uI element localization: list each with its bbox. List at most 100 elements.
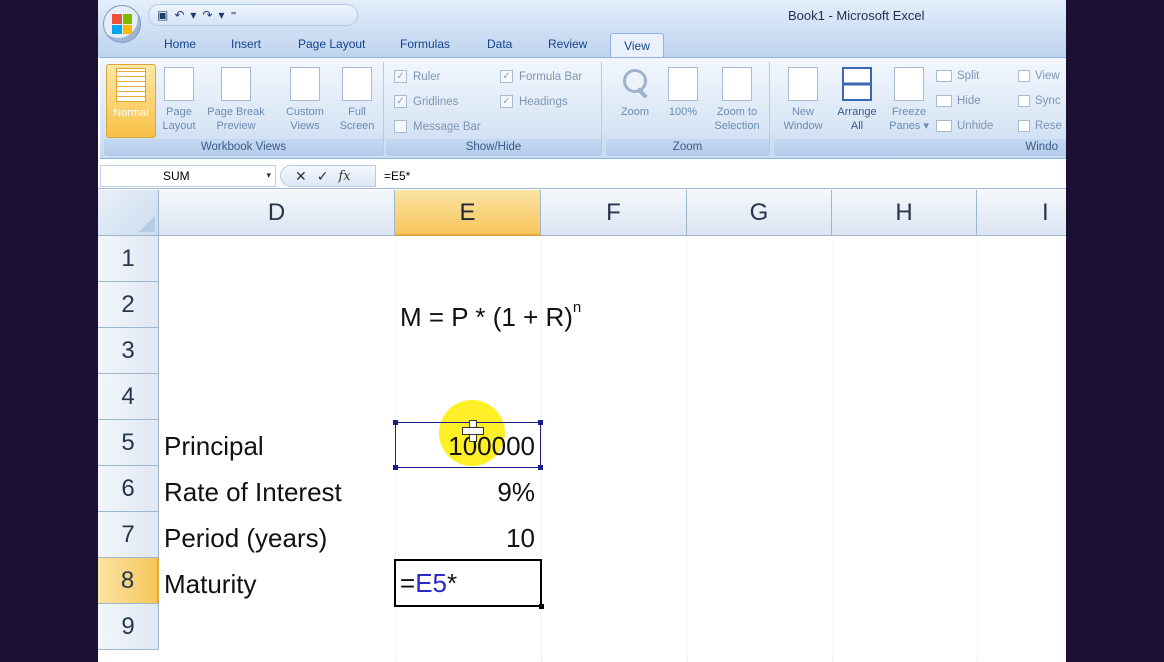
office-button[interactable] [103,5,141,43]
cell-e6[interactable]: 9% [395,469,535,515]
save-icon[interactable]: ▣ [157,8,168,22]
column-header-e[interactable]: E [395,190,541,236]
office-logo-icon [112,14,132,34]
unhide-button[interactable]: Unhide [936,120,993,132]
formula-display-cell[interactable]: M = P * (1 + R)n [400,285,581,340]
reset-window-position-button[interactable]: Rese [1018,120,1062,132]
window-title: Book1 - Microsoft Excel [788,8,925,23]
synchronous-scrolling-button[interactable]: Sync [1018,95,1061,107]
formula-input[interactable]: =E5* [378,165,1064,187]
row-header-7[interactable]: 7 [98,512,159,558]
split-label: Split [957,70,980,82]
row-header-6[interactable]: 6 [98,466,159,512]
group-workbook-views: Normal Page Layout Page Break Preview Cu… [104,62,384,156]
resize-handle[interactable] [538,465,543,470]
resize-handle[interactable] [393,420,398,425]
headings-checkbox[interactable]: ✓ Headings [500,95,568,108]
tab-view[interactable]: View [610,33,664,59]
arrange-all-icon [842,67,872,101]
sync-scroll-icon [1018,95,1030,107]
cancel-icon[interactable]: ✕ [295,168,307,185]
sync-label: Sync [1035,95,1061,107]
resize-handle[interactable] [538,420,543,425]
resize-handle[interactable] [393,465,398,470]
zoom-to-selection-button[interactable]: Zoom to Selection [708,64,766,138]
customize-qat-icon[interactable]: ⁼ [231,8,237,22]
undo-icon[interactable]: ↶ [174,8,184,22]
tab-formulas[interactable]: Formulas [400,37,450,51]
zoom-selection-icon [722,67,752,101]
cell-d7[interactable]: Period (years) [164,515,327,561]
row-header-9[interactable]: 9 [98,604,159,650]
select-all-button[interactable] [98,190,159,236]
tab-review[interactable]: Review [548,37,587,51]
view-side-by-side-button[interactable]: View [1018,70,1060,82]
column-header-h[interactable]: H [832,190,977,236]
row-header-3[interactable]: 3 [98,328,159,374]
hide-label: Hide [957,95,981,107]
new-window-button[interactable]: New Window [778,64,828,138]
tab-data[interactable]: Data [487,37,512,51]
hide-button[interactable]: Hide [936,95,981,107]
zoom-label: Zoom [620,106,650,118]
formula-exponent: n [572,299,582,316]
row-header-4[interactable]: 4 [98,374,159,420]
label-line: Layout [162,120,196,132]
excel-window: ▣ ↶ ▾ ↷ ▾ ⁼ Book1 - Microsoft Excel Home… [98,0,1066,662]
undo-dropdown-icon[interactable]: ▾ [190,8,196,22]
checkbox-icon: ✓ [394,70,407,83]
message-bar-checkbox[interactable]: Message Bar [394,120,481,133]
label-line: Selection [714,120,760,132]
row-header-1[interactable]: 1 [98,236,159,282]
gridline [832,236,833,662]
worksheet-grid[interactable]: D E F G H I 1 2 3 4 5 6 7 8 9 M = P * (1… [98,190,1066,662]
group-label: Windo [774,139,1066,156]
arrange-all-button[interactable]: Arrange All [832,64,882,138]
gridlines-checkbox[interactable]: ✓ Gridlines [394,95,458,108]
label-line: Arrange [837,106,877,118]
cell-d8[interactable]: Maturity [164,561,256,607]
zoom-100-button[interactable]: 100% [658,64,708,138]
cell-d5[interactable]: Principal [164,423,264,469]
formula-bar-checkbox[interactable]: ✓ Formula Bar [500,70,582,83]
enter-icon[interactable]: ✓ [317,168,329,185]
cell-e7[interactable]: 10 [395,515,535,561]
fill-handle[interactable] [539,604,544,609]
ruler-checkbox[interactable]: ✓ Ruler [394,70,440,83]
column-header-g[interactable]: G [687,190,832,236]
page-break-preview-button[interactable]: Page Break Preview [204,64,268,138]
insert-function-icon[interactable]: fx [338,169,350,184]
formula-buttons: ✕ ✓ fx [280,165,376,187]
unhide-icon [936,120,952,132]
label-line: Views [290,120,320,132]
split-button[interactable]: Split [936,70,979,82]
full-screen-icon [342,67,372,101]
zoom-100-label: 100% [668,106,698,118]
tab-insert[interactable]: Insert [231,37,261,51]
group-show-hide: ✓ Ruler ✓ Gridlines Message Bar ✓ Formul… [386,62,602,156]
custom-views-button[interactable]: Custom Views [280,64,330,138]
column-header-d[interactable]: D [159,190,395,236]
tab-page-layout[interactable]: Page Layout [298,37,365,51]
normal-view-button[interactable]: Normal [106,64,156,138]
full-screen-button[interactable]: Full Screen [332,64,382,138]
row-header-5[interactable]: 5 [98,420,159,466]
label-line: Freeze [891,106,927,118]
checkbox-icon [394,120,407,133]
row-header-2[interactable]: 2 [98,282,159,328]
cell-d6[interactable]: Rate of Interest [164,469,342,515]
freeze-panes-button[interactable]: Freeze Panes ▾ [884,64,934,138]
row-header-8[interactable]: 8 [98,558,159,604]
name-box[interactable]: SUM ▾ [100,165,276,187]
zoom-button[interactable]: Zoom [610,64,660,138]
column-header-f[interactable]: F [541,190,687,236]
redo-dropdown-icon[interactable]: ▾ [219,8,225,22]
checkbox-label: Ruler [413,70,441,83]
page-layout-view-button[interactable]: Page Layout [154,64,204,138]
column-header-i[interactable]: I [977,190,1066,236]
tab-home[interactable]: Home [164,37,196,51]
cell-e8-editing[interactable]: =E5* [394,559,544,609]
name-box-dropdown-icon[interactable]: ▾ [266,170,271,181]
group-zoom: Zoom 100% Zoom to Selection Zoom [606,62,770,156]
redo-icon[interactable]: ↷ [202,8,212,22]
